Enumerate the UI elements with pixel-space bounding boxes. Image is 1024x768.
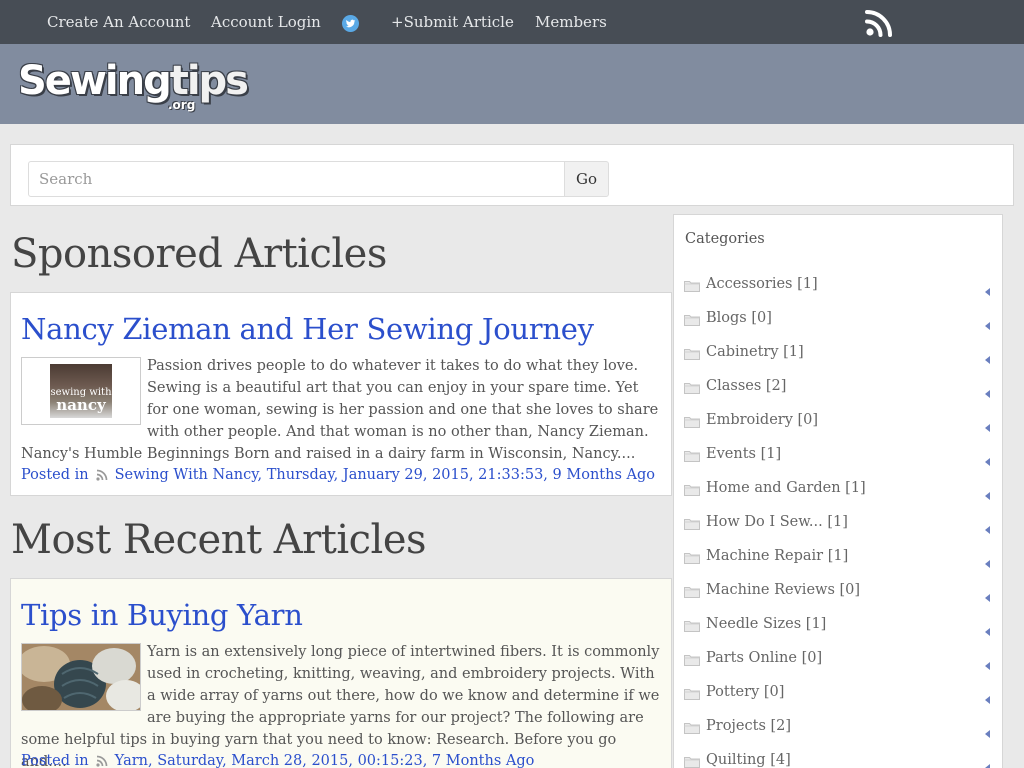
folder-icon [684,345,700,360]
search-panel: Go [10,144,1014,206]
category-item[interactable]: Parts Online [0] [674,641,1002,675]
category-label[interactable]: Home and Garden [1] [706,478,866,498]
category-item[interactable]: Events [1] [674,437,1002,471]
folder-icon [684,379,700,394]
sidebar-title: Categories [685,231,765,247]
caret-left-icon[interactable] [985,587,990,602]
category-label[interactable]: Embroidery [0] [706,410,818,430]
caret-left-icon[interactable] [985,417,990,432]
category-label[interactable]: Machine Repair [1] [706,546,848,566]
category-label[interactable]: Parts Online [0] [706,648,822,668]
category-item[interactable]: Machine Reviews [0] [674,573,1002,607]
category-label[interactable]: Classes [2] [706,376,786,396]
category-item[interactable]: Projects [2] [674,709,1002,743]
caret-left-icon[interactable] [985,519,990,534]
article-title-link[interactable]: Tips in Buying Yarn [21,595,303,635]
article-thumbnail[interactable] [21,643,141,711]
category-item[interactable]: Embroidery [0] [674,403,1002,437]
site-header: Sewingtips .org [0,44,1024,124]
categories-sidebar: Categories Accessories [1] Blogs [0] Cabin… [673,214,1003,768]
rss-icon[interactable] [865,8,894,37]
category-label[interactable]: How Do I Sew... [1] [706,512,848,532]
caret-left-icon[interactable] [985,315,990,330]
folder-icon [684,311,700,326]
category-item[interactable]: Needle Sizes [1] [674,607,1002,641]
caret-left-icon[interactable] [985,757,990,768]
folder-icon [684,685,700,700]
caret-left-icon[interactable] [985,281,990,296]
folder-icon [684,753,700,768]
search-go-button[interactable]: Go [564,161,609,197]
folder-icon [684,583,700,598]
article-meta-link[interactable]: Yarn, Saturday, March 28, 2015, 00:15:23… [115,753,535,768]
posted-in-label: Posted in [21,467,89,483]
category-label[interactable]: Needle Sizes [1] [706,614,826,634]
caret-left-icon[interactable] [985,485,990,500]
category-label[interactable]: Accessories [1] [706,274,818,294]
category-item[interactable]: Quilting [4] [674,743,1002,768]
category-item[interactable]: Pottery [0] [674,675,1002,709]
folder-icon [684,515,700,530]
folder-icon [684,447,700,462]
site-logo[interactable]: Sewingtips .org [18,54,249,120]
yarn-thumbnail-image [22,644,140,710]
category-label[interactable]: Events [1] [706,444,781,464]
rss-small-icon[interactable] [96,753,108,768]
article-thumbnail[interactable]: sewing with nancy [21,357,141,425]
folder-icon [684,617,700,632]
category-label[interactable]: Quilting [4] [706,750,791,768]
search-input[interactable] [28,161,565,197]
caret-left-icon[interactable] [985,621,990,636]
category-item[interactable]: Classes [2] [674,369,1002,403]
article-meta: Posted in Yarn, Saturday, March 28, 2015,… [21,751,534,768]
caret-left-icon[interactable] [985,723,990,738]
folder-icon [684,549,700,564]
folder-icon [684,651,700,666]
category-item[interactable]: Home and Garden [1] [674,471,1002,505]
nav-account-login[interactable]: Account Login [211,13,321,31]
caret-left-icon[interactable] [985,553,990,568]
rss-small-icon[interactable] [96,467,108,487]
category-item[interactable]: Machine Repair [1] [674,539,1002,573]
article-title-link[interactable]: Nancy Zieman and Her Sewing Journey [21,309,594,349]
category-item[interactable]: Cabinetry [1] [674,335,1002,369]
logo-suffix: .org [168,98,196,112]
category-label[interactable]: Machine Reviews [0] [706,580,860,600]
caret-left-icon[interactable] [985,451,990,466]
folder-icon [684,277,700,292]
category-item[interactable]: Accessories [1] [674,267,1002,301]
logo-wordmark: Sewingtips [18,58,249,104]
category-item[interactable]: Blogs [0] [674,301,1002,335]
nav-create-account[interactable]: Create An Account [47,13,190,31]
sponsored-article: Nancy Zieman and Her Sewing Journey Pass… [10,292,672,496]
twitter-icon[interactable] [342,15,359,32]
category-label[interactable]: Pottery [0] [706,682,784,702]
folder-icon [684,413,700,428]
recent-heading: Most Recent Articles [11,517,427,563]
folder-icon [684,481,700,496]
caret-left-icon[interactable] [985,383,990,398]
article-meta-link[interactable]: Sewing With Nancy, Thursday, January 29,… [115,467,655,483]
category-label[interactable]: Cabinetry [1] [706,342,804,362]
caret-left-icon[interactable] [985,349,990,364]
thumbnail-caption: sewing with nancy [50,387,112,414]
top-navigation: Create An Account Account Login +Submit … [0,0,1024,44]
article-meta: Posted in Sewing With Nancy, Thursday, Ja… [21,465,655,487]
caret-left-icon[interactable] [985,689,990,704]
category-label[interactable]: Projects [2] [706,716,791,736]
folder-icon [684,719,700,734]
nav-submit-article[interactable]: +Submit Article [391,13,514,31]
posted-in-label: Posted in [21,753,89,768]
category-item[interactable]: How Do I Sew... [1] [674,505,1002,539]
caret-left-icon[interactable] [985,655,990,670]
nav-members[interactable]: Members [535,13,607,31]
recent-article: Tips in Buying Yarn Yarn is an extensive… [10,578,672,768]
sponsored-heading: Sponsored Articles [11,231,387,277]
category-label[interactable]: Blogs [0] [706,308,772,328]
